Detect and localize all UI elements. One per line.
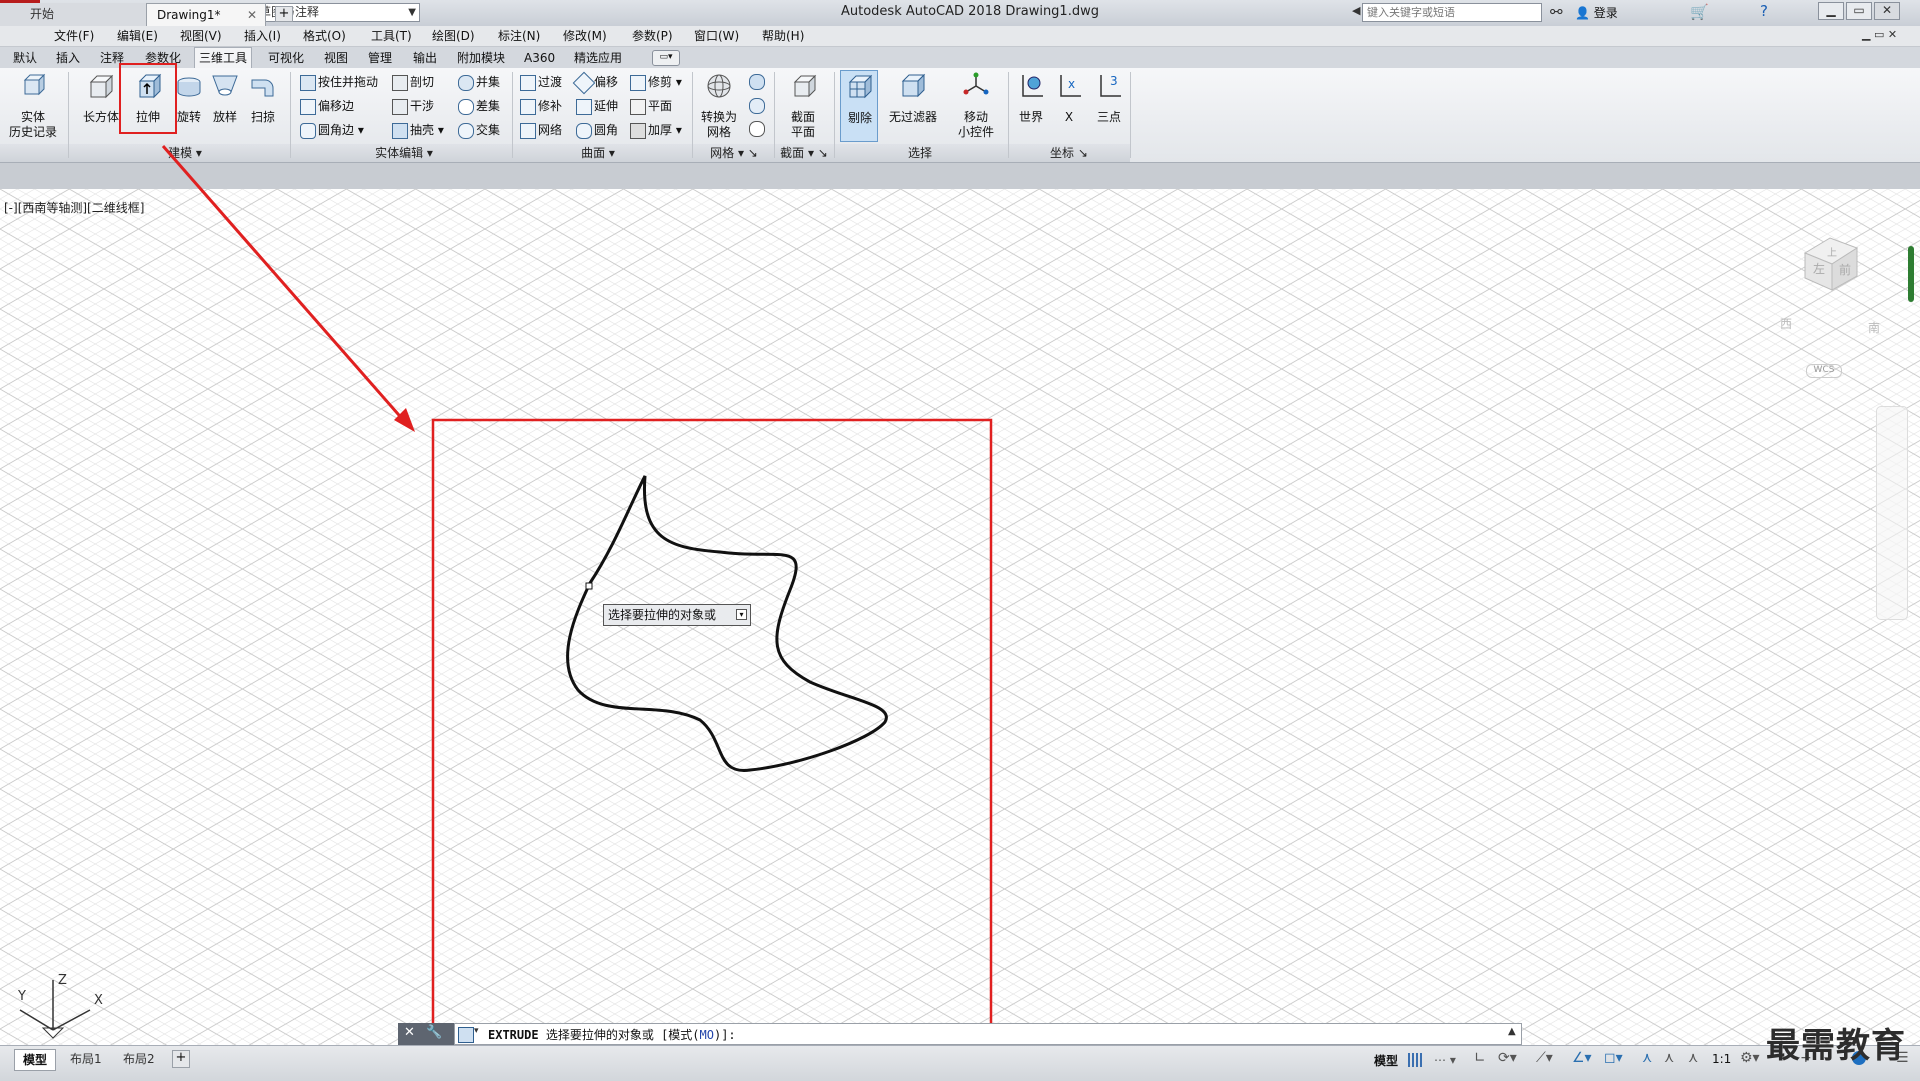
annotation-overlay	[161, 145, 993, 1078]
osnap-icon[interactable]: ⟋▾	[1536, 1050, 1553, 1066]
extrude-icon	[458, 1027, 474, 1043]
annotation-scale-value[interactable]: 1:1	[1712, 1052, 1731, 1066]
add-layout-button[interactable]: +	[172, 1050, 190, 1068]
command-line-handle[interactable]: ✕ 🔧	[398, 1023, 454, 1045]
command-option-mode[interactable]: MO	[700, 1028, 714, 1042]
command-prompt: EXTRUDE 选择要拉伸的对象或 [模式(MO)]:	[488, 1026, 736, 1043]
polar-icon[interactable]: ⟳▾	[1498, 1050, 1517, 1066]
command-name: EXTRUDE	[488, 1028, 539, 1042]
options-icon[interactable]: ▾	[736, 609, 747, 620]
dynamic-input-tooltip: 选择要拉伸的对象或 ▾	[603, 604, 751, 626]
ucs-y-label: Y	[17, 989, 26, 1004]
model-space-toggle[interactable]: 模型	[1374, 1052, 1398, 1069]
command-option-close: )]:	[713, 1028, 736, 1042]
ucs-icon: Z Y X	[17, 973, 103, 1039]
otrack-icon[interactable]: ∠▾	[1572, 1050, 1592, 1066]
command-option-open: [模式(	[661, 1028, 700, 1042]
viewcube[interactable]: 上 左 前 西 南	[1770, 228, 1890, 348]
grid-icon[interactable]	[1408, 1053, 1422, 1067]
tab-layout1[interactable]: 布局1	[62, 1049, 110, 1069]
wcs-menu[interactable]: WCS	[1806, 364, 1842, 378]
annotation-arrow	[161, 145, 407, 423]
viewport-controls-label[interactable]: [-][西南等轴测][二维线框]	[4, 199, 144, 216]
compass-south[interactable]: 南	[1868, 320, 1880, 335]
ucs-z-label: Z	[58, 973, 67, 988]
command-prompt-text: 选择要拉伸的对象或	[545, 1028, 654, 1042]
scroll-indicator[interactable]	[1908, 246, 1914, 302]
chevron-down-icon[interactable]: ▾	[474, 1026, 479, 1036]
tooltip-text: 选择要拉伸的对象或	[608, 608, 717, 622]
ucs-x-label: X	[94, 993, 103, 1008]
navigation-bar[interactable]	[1876, 406, 1908, 620]
viewcube-front[interactable]: 前	[1839, 262, 1851, 277]
snap-icon[interactable]: ⋯ ▾	[1434, 1053, 1456, 1067]
tab-model[interactable]: 模型	[14, 1049, 57, 1071]
viewcube-top[interactable]: 上	[1827, 247, 1837, 259]
ortho-icon[interactable]: ∟	[1474, 1050, 1486, 1066]
annotation-box	[431, 418, 993, 1078]
viewcube-left[interactable]: 左	[1813, 261, 1825, 276]
auto-scale-icon[interactable]: ⋏	[1664, 1050, 1674, 1066]
annotation-visibility-icon[interactable]: ⋏	[1642, 1050, 1652, 1066]
watermark-logo: 最需教育	[1766, 1026, 1906, 1066]
tab-layout2[interactable]: 布局2	[115, 1049, 163, 1069]
cursor-pickbox	[585, 582, 593, 590]
chevron-up-icon[interactable]: ▲	[1508, 1026, 1516, 1037]
compass-west[interactable]: 西	[1780, 317, 1792, 331]
annotation-scale-icon[interactable]: ⋏	[1688, 1050, 1698, 1066]
wrench-icon[interactable]: 🔧	[426, 1025, 442, 1040]
dynamic-ucs-icon[interactable]: ◻▾	[1604, 1050, 1623, 1066]
workspace-switch-icon[interactable]: ⚙▾	[1740, 1050, 1760, 1066]
status-bar	[0, 1045, 1920, 1081]
close-icon[interactable]: ✕	[404, 1025, 415, 1040]
